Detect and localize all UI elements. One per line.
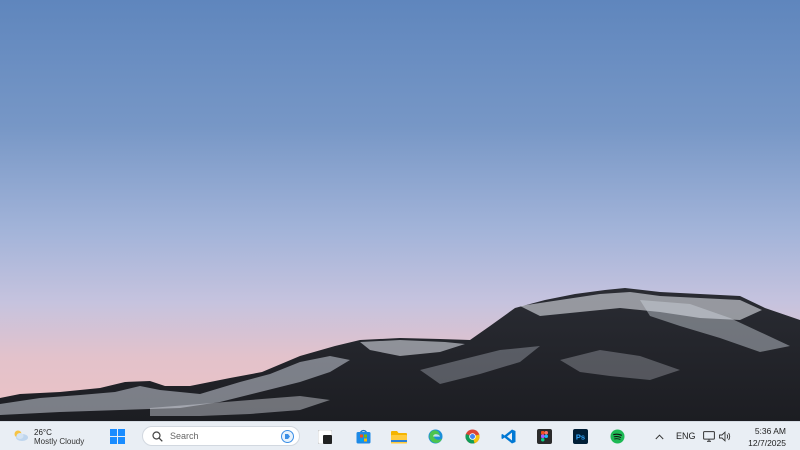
clock-date: 12/7/2025: [748, 438, 786, 448]
search-icon: [152, 430, 164, 442]
search-placeholder: Search: [170, 431, 199, 441]
chevron-up-icon: [654, 433, 664, 439]
photoshop-label: Ps: [575, 433, 584, 442]
clock-widget[interactable]: 5:36 AM 12/7/2025: [748, 425, 786, 449]
chrome-icon: [465, 429, 479, 444]
search-box[interactable]: Search: [142, 426, 300, 446]
language-indicator[interactable]: ENG: [676, 431, 696, 441]
taskbar: 26°C Mostly Cloudy Search Ps ENG 5:36 AM…: [0, 421, 800, 450]
weather-condition: Mostly Cloudy: [34, 437, 85, 446]
photoshop-icon: Ps: [572, 429, 588, 444]
file-explorer-button[interactable]: [388, 426, 410, 447]
store-button[interactable]: [352, 426, 374, 447]
network-button[interactable]: [702, 426, 716, 447]
partly-cloudy-icon: [12, 428, 30, 447]
task-view-icon: [318, 429, 332, 444]
windows-logo-icon: [109, 429, 125, 444]
show-hidden-icons-button[interactable]: [650, 426, 668, 447]
task-view-button[interactable]: [314, 426, 336, 447]
vscode-icon: [501, 429, 515, 444]
spotify-icon: [610, 429, 624, 444]
clock-time: 5:36 AM: [754, 426, 786, 436]
edge-button[interactable]: [424, 426, 446, 447]
volume-button[interactable]: [718, 426, 732, 447]
photoshop-button[interactable]: Ps: [569, 426, 591, 447]
chrome-button[interactable]: [461, 426, 483, 447]
spotify-button[interactable]: [606, 426, 628, 447]
weather-widget[interactable]: 26°C Mostly Cloudy: [12, 427, 84, 447]
figma-icon: [536, 429, 552, 444]
folder-icon: [391, 430, 407, 443]
store-icon: [356, 429, 370, 444]
desktop-wallpaper[interactable]: [0, 0, 800, 421]
network-icon: [703, 431, 715, 442]
speaker-icon: [719, 431, 731, 442]
mountain-landscape: [0, 288, 800, 421]
figma-button[interactable]: [533, 426, 555, 447]
start-button[interactable]: [106, 426, 128, 447]
edge-icon: [428, 429, 442, 444]
copilot-icon[interactable]: [281, 429, 295, 443]
weather-temperature: 26°C: [34, 428, 52, 437]
vscode-button[interactable]: [497, 426, 519, 447]
